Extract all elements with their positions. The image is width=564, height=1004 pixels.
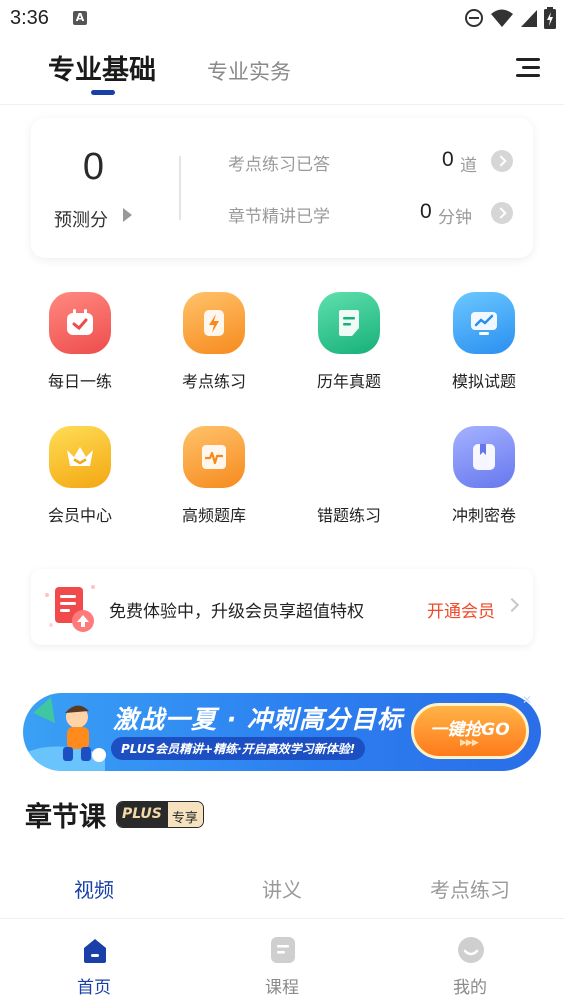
home-icon: [84, 939, 106, 963]
grid-item-member-center[interactable]: 会员中心: [25, 426, 135, 536]
header: 专业基础 专业实务: [0, 40, 564, 105]
promo-button-label: 一键抢GO: [430, 720, 510, 740]
grid-label: 会员中心: [47, 506, 112, 525]
close-icon[interactable]: ✕: [522, 693, 532, 707]
section-title: 章节课: [25, 802, 106, 833]
menu-icon[interactable]: [516, 58, 540, 78]
stat-label: 考点练习已答: [228, 155, 330, 175]
notification-icon: A: [73, 11, 87, 25]
chevron-circle-icon[interactable]: [491, 150, 513, 172]
signal-icon: [521, 10, 537, 27]
profile-icon: [458, 937, 484, 963]
grid-item-mock-exams[interactable]: 模拟试题: [429, 292, 539, 402]
arrows-icon: ▶▶▶: [460, 738, 479, 748]
grid-item-exam-practice[interactable]: 考点练习: [159, 292, 269, 402]
heartbeat-doc-icon: [183, 426, 245, 488]
crown-icon: [49, 426, 111, 488]
grid-label: 模拟试题: [451, 372, 516, 391]
member-document-icon: [45, 585, 95, 632]
promo-character-illustration: [25, 697, 106, 771]
book-bookmark-icon: [453, 426, 515, 488]
divider: [179, 156, 181, 220]
subtab-handouts[interactable]: 讲义: [212, 874, 352, 903]
stat-unit: 道: [460, 156, 477, 176]
do-not-disturb-icon: [465, 9, 483, 27]
nav-label: 课程: [265, 978, 299, 998]
subtab-video[interactable]: 视频: [24, 874, 164, 903]
tab-professional-practice[interactable]: 专业实务: [207, 56, 291, 86]
calendar-check-icon: [49, 292, 111, 354]
stat-value: 0: [420, 200, 432, 223]
promo-grab-button[interactable]: 一键抢GO ▶▶▶: [411, 703, 529, 759]
stats-card: 0 预测分 考点练习已答 0 道 章节精讲已学 0 分钟: [31, 118, 533, 258]
plus-badge-label: PLUS: [117, 802, 168, 827]
grid-item-daily-practice[interactable]: 每日一练: [25, 292, 135, 402]
grid-item-high-frequency[interactable]: 高频题库: [159, 426, 269, 536]
nav-profile[interactable]: 我的: [400, 919, 540, 1004]
status-bar: 3:36 A: [0, 0, 564, 40]
monitor-chart-icon: [453, 292, 515, 354]
open-membership-link[interactable]: 开通会员: [427, 597, 495, 622]
promo-title: 激战一夏 · 冲刺高分目标: [113, 705, 403, 734]
tab-indicator: [91, 90, 115, 95]
member-banner[interactable]: 免费体验中，升级会员享超值特权 开通会员: [31, 569, 533, 645]
grid-label: 每日一练: [47, 372, 112, 391]
subtab-exam-practice[interactable]: 考点练习: [400, 874, 540, 903]
stat-row-chapter[interactable]: 章节精讲已学 0 分钟: [228, 200, 513, 228]
chevron-circle-icon[interactable]: [491, 202, 513, 224]
status-icons: [464, 7, 556, 29]
battery-icon: [544, 7, 556, 29]
promo-subtitle: PLUS会员精讲+精练·开启高效学习新体验!: [111, 737, 366, 760]
grid-item-sprint-papers[interactable]: 冲刺密卷: [429, 426, 539, 536]
nav-label: 我的: [453, 978, 487, 998]
predicted-score-value: 0: [82, 146, 105, 188]
predicted-score-label[interactable]: 预测分: [54, 206, 108, 232]
course-icon: [271, 937, 295, 963]
grid-label: 冲刺密卷: [451, 506, 516, 525]
plus-badge: PLUS 专享: [116, 801, 204, 828]
stat-unit: 分钟: [438, 208, 472, 228]
bottom-nav: 首页 课程 我的: [0, 918, 564, 1004]
status-time: 3:36: [10, 7, 49, 29]
lightning-doc-icon: [183, 292, 245, 354]
wifi-icon: [491, 9, 513, 27]
nav-home[interactable]: 首页: [24, 919, 164, 1004]
grid-label: 历年真题: [316, 372, 381, 391]
document-icon: [318, 292, 380, 354]
promo-banner[interactable]: 激战一夏 · 冲刺高分目标 PLUS会员精讲+精练·开启高效学习新体验! 一键抢…: [23, 693, 541, 771]
member-promo-text: 免费体验中，升级会员享超值特权: [109, 602, 364, 622]
stat-value: 0: [442, 148, 454, 171]
grid-label: 高频题库: [181, 506, 246, 525]
tab-professional-basics[interactable]: 专业基础: [48, 48, 156, 87]
grid-label: 错题练习: [316, 506, 381, 525]
stat-row-practice[interactable]: 考点练习已答 0 道: [228, 148, 513, 176]
stat-label: 章节精讲已学: [228, 207, 330, 227]
grid-item-wrong-questions[interactable]: 错题练习: [294, 426, 404, 536]
grid-item-past-exams[interactable]: 历年真题: [294, 292, 404, 402]
nav-label: 首页: [77, 978, 111, 998]
nav-courses[interactable]: 课程: [212, 919, 352, 1004]
grid-label: 考点练习: [181, 372, 246, 391]
chevron-right-icon: [504, 597, 520, 613]
exclusive-badge-label: 专享: [167, 802, 203, 827]
chevron-right-icon[interactable]: [123, 208, 132, 222]
